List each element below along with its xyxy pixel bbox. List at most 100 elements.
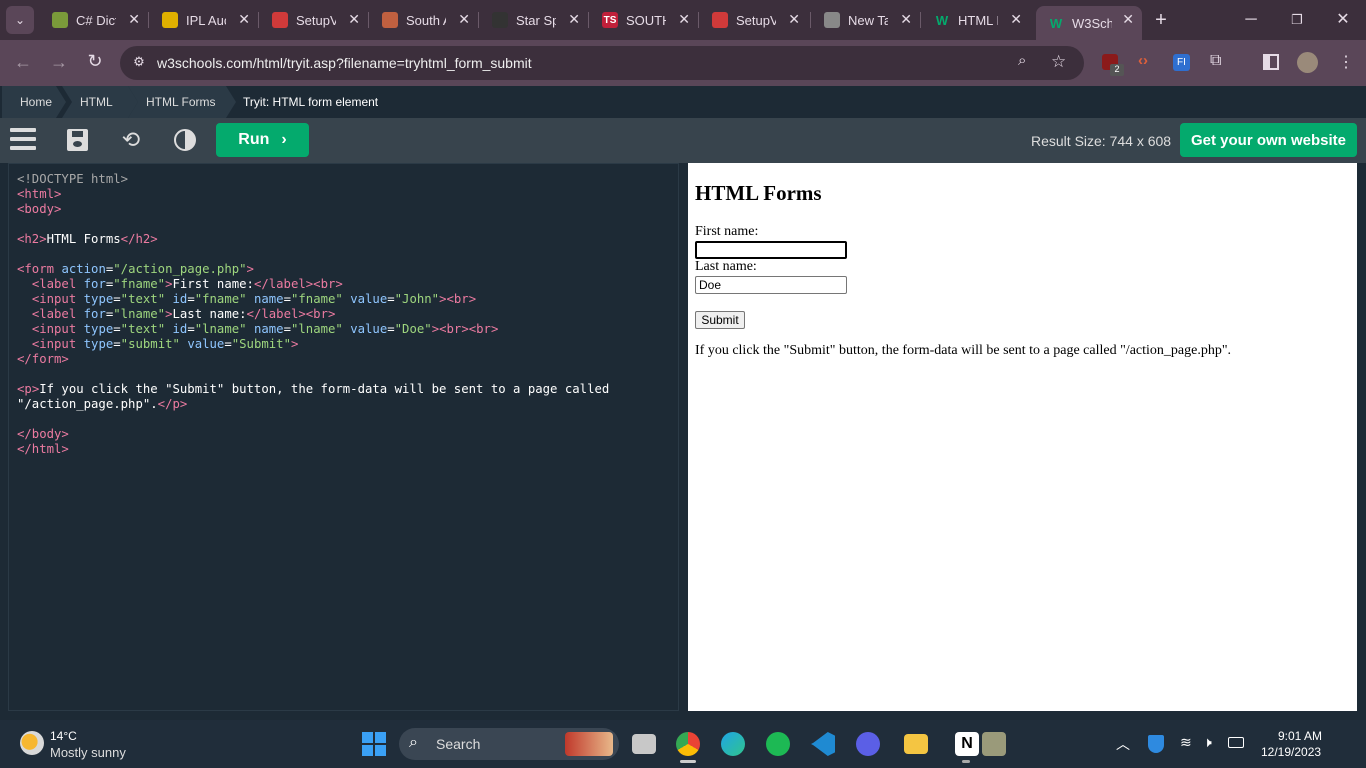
last-name-input[interactable]: Doe (695, 276, 847, 294)
code-editor[interactable]: <!DOCTYPE html> <html> <body> <h2>HTML F… (8, 163, 679, 711)
breadcrumb-home[interactable]: Home (2, 86, 66, 118)
tab-favicon-icon (382, 12, 398, 28)
tab-separator (588, 12, 589, 28)
breadcrumb-html-forms[interactable]: HTML Forms (128, 86, 236, 118)
url-text[interactable]: w3schools.com/html/tryit.asp?filename=tr… (157, 55, 532, 71)
task-view-icon[interactable] (632, 734, 656, 754)
browser-tab[interactable]: Star Spo ✕ (480, 6, 588, 34)
browser-tab[interactable]: New Ta ✕ (812, 6, 920, 34)
tab-title: SetupVi (736, 12, 776, 28)
browser-tab[interactable]: W HTML F ✕ (922, 6, 1030, 34)
notion-taskbar-icon[interactable]: N (955, 732, 979, 756)
clock-date[interactable]: 12/19/2023 (1261, 745, 1321, 759)
reload-icon[interactable]: ↻ (84, 51, 106, 73)
tab-title: W3Scho (1072, 15, 1112, 31)
result-size-text: Result Size: 744 x 608 (1031, 133, 1172, 149)
weather-temp[interactable]: 14°C (50, 729, 77, 743)
tab-separator (478, 12, 479, 28)
back-icon[interactable]: ← (12, 52, 34, 74)
windows-start-icon[interactable] (362, 732, 386, 756)
new-tab-button[interactable]: + (1150, 8, 1172, 32)
result-paragraph: If you click the "Submit" button, the fo… (695, 343, 1232, 358)
fi-extension-icon[interactable]: FI (1173, 54, 1190, 71)
submit-button[interactable]: Submit (695, 311, 745, 329)
power-automate-taskbar-icon[interactable] (856, 732, 880, 756)
breadcrumb-current: Tryit: HTML form element (243, 95, 379, 109)
tab-title: SetupVi (296, 12, 336, 28)
tab-title: Star Spo (516, 12, 556, 28)
tab-close-icon[interactable]: ✕ (458, 11, 470, 28)
tab-separator (148, 12, 149, 28)
chrome-menu-icon[interactable]: ⋮ (1338, 52, 1354, 72)
browser-tab[interactable]: W W3Scho ✕ (1036, 6, 1142, 40)
tab-close-icon[interactable]: ✕ (900, 11, 912, 28)
tab-close-icon[interactable]: ✕ (1122, 11, 1134, 28)
clock-time[interactable]: 9:01 AM (1278, 729, 1322, 743)
tab-close-icon[interactable]: ✕ (788, 11, 800, 28)
tab-favicon-icon (712, 12, 728, 28)
edge-taskbar-icon[interactable] (721, 732, 745, 756)
tab-separator (368, 12, 369, 28)
forward-icon[interactable]: → (48, 52, 70, 74)
tab-close-icon[interactable]: ✕ (128, 11, 140, 28)
browser-tab[interactable]: C# Dicti ✕ (40, 6, 148, 34)
theme-toggle-icon[interactable] (174, 129, 196, 151)
restore-button[interactable]: ❐ (1286, 8, 1308, 32)
tab-favicon-icon (162, 12, 178, 28)
browser-tab[interactable]: IPL Auc ✕ (150, 6, 258, 34)
tab-favicon-icon (824, 12, 840, 28)
menu-icon[interactable] (10, 128, 36, 152)
close-window-button[interactable]: ✕ (1332, 8, 1354, 32)
tab-close-icon[interactable]: ✕ (1010, 11, 1022, 28)
show-hidden-icons[interactable]: ︿ (1116, 734, 1130, 754)
browser-tab[interactable]: SetupVi ✕ (700, 6, 808, 34)
extensions-puzzle-icon[interactable]: ⧉ (1210, 52, 1228, 72)
zoom-icon[interactable]: ⌕ (1018, 52, 1036, 72)
browser-tab[interactable]: TS SOUTH ✕ (590, 6, 698, 34)
tab-separator (920, 12, 921, 28)
code-extension-icon[interactable]: ‹› (1138, 52, 1156, 72)
tab-favicon-icon (272, 12, 288, 28)
notion-open-indicator (962, 760, 970, 763)
bookmark-star-icon[interactable]: ☆ (1051, 52, 1069, 72)
browser-tab[interactable]: SetupVi ✕ (260, 6, 368, 34)
tab-favicon-icon (492, 12, 508, 28)
file-explorer-taskbar-icon[interactable] (904, 734, 928, 754)
save-icon[interactable] (67, 129, 88, 151)
ublock-badge: 2 (1110, 64, 1124, 76)
chevron-right-icon: › (281, 131, 287, 148)
get-own-website-button[interactable]: Get your own website (1180, 123, 1357, 157)
tab-title: IPL Auc (186, 12, 226, 28)
tab-close-icon[interactable]: ✕ (568, 11, 580, 28)
first-name-input[interactable] (695, 241, 847, 259)
vm-app-taskbar-icon[interactable] (982, 732, 1006, 756)
minimize-button[interactable]: ─ (1240, 8, 1262, 32)
result-heading: HTML Forms (695, 181, 822, 205)
wifi-icon[interactable]: ≋ (1180, 734, 1192, 751)
weather-icon[interactable] (20, 731, 44, 755)
run-button[interactable]: Run › (216, 123, 309, 157)
volume-muted-icon[interactable]: 🕨 (1203, 734, 1212, 751)
site-info-icon[interactable]: ⚙ (130, 54, 148, 72)
spotify-taskbar-icon[interactable] (766, 732, 790, 756)
profile-avatar[interactable] (1297, 52, 1318, 73)
tab-separator (698, 12, 699, 28)
breadcrumb-html[interactable]: HTML (62, 86, 138, 118)
browser-tab[interactable]: South A ✕ (370, 6, 478, 34)
tab-close-icon[interactable]: ✕ (238, 11, 250, 28)
code-text[interactable]: <!DOCTYPE html> <html> <body> <h2>HTML F… (17, 172, 609, 457)
rotate-layout-icon[interactable]: ⟲ (119, 128, 143, 152)
weather-desc[interactable]: Mostly sunny (50, 745, 126, 760)
security-shield-icon[interactable] (1148, 735, 1164, 753)
tab-close-icon[interactable]: ✕ (348, 11, 360, 28)
chrome-taskbar-icon[interactable] (676, 732, 700, 756)
tab-search-button[interactable]: ⌄ (6, 6, 34, 34)
side-panel-icon[interactable] (1263, 54, 1279, 70)
tab-title: C# Dicti (76, 12, 116, 28)
chrome-active-indicator (680, 760, 696, 763)
tab-title: HTML F (958, 12, 998, 28)
taskbar-search-label: Search (436, 736, 481, 752)
tab-close-icon[interactable]: ✕ (678, 11, 690, 28)
first-name-label: First name: (695, 224, 759, 239)
battery-icon[interactable] (1228, 737, 1244, 748)
